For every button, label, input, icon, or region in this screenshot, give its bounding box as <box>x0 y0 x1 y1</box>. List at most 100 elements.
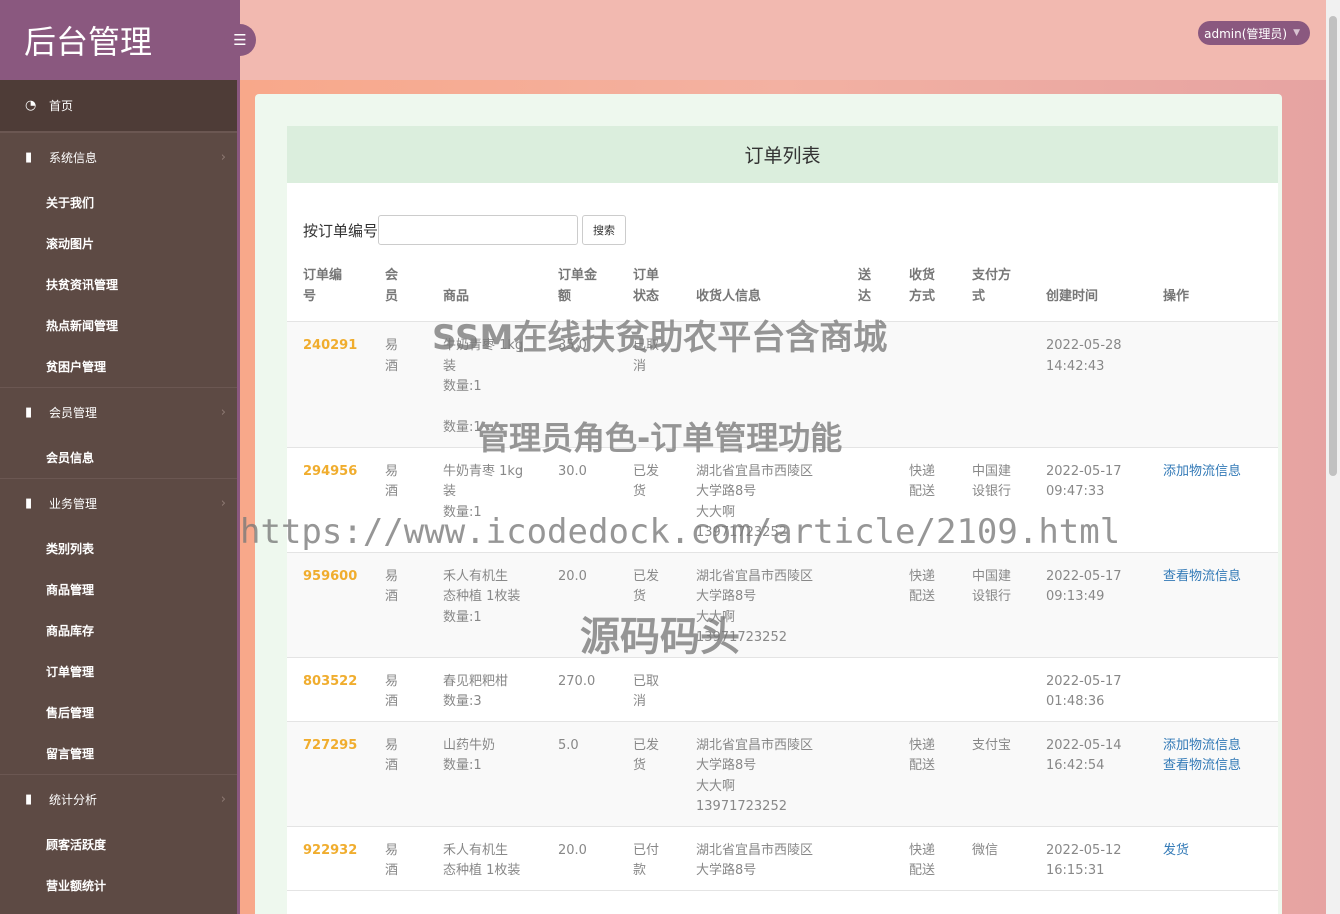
sidebar-item-stock[interactable]: 商品库存 <box>0 610 240 651</box>
sidebar-item-home[interactable]: ◔ 首页 <box>0 80 240 132</box>
sidebar-group-members[interactable]: ▮ 会员管理 › <box>0 387 240 437</box>
cell-line: 2022-05-17 <box>1046 673 1122 689</box>
cell-product: 春见粑粑柑 数量:3 <box>427 657 542 722</box>
table-row[interactable]: 240291 易酒 牛奶青枣 1kg 装数量:1 数量:1 35.0 已取消 2022-05… <box>287 321 1278 448</box>
cell-line: 16:42:54 <box>1046 758 1105 773</box>
table-row[interactable]: 959600 易酒禾人有机生 态种植 1枚装 数量:1 20.0 已发货湖北省宜昌市西陵区… <box>287 552 1278 658</box>
column-header-actions: 操作 <box>1147 261 1278 322</box>
cell-created: 2022-05-17 09:13:49 <box>1030 552 1147 658</box>
cell-actions <box>1147 321 1278 448</box>
sidebar-item-products[interactable]: 商品管理 <box>0 569 240 610</box>
sidebar-item-label: 首页 <box>49 99 74 113</box>
order-number-search-input[interactable] <box>378 215 579 245</box>
cell-amount: 5.0 <box>542 721 617 827</box>
table-row[interactable]: 803522 易酒春见粑粑柑 数量:3 270.0 已取消 2022-05-17 01:48… <box>287 657 1278 722</box>
cell-line: 大学路8号 <box>696 863 757 878</box>
cell-line: 支付宝 <box>972 737 1012 753</box>
cell-line: 配送 <box>909 589 936 604</box>
order-number-link[interactable]: 294956 <box>303 464 357 479</box>
sidebar-item-activity[interactable]: 顾客活跃度 <box>0 824 240 865</box>
sidebar-item-news-info[interactable]: 扶贫资讯管理 <box>0 264 240 305</box>
sidebar-item-hot-news[interactable]: 热点新闻管理 <box>0 305 240 346</box>
cell-delivery <box>842 826 893 891</box>
chevron-right-icon: › <box>220 150 226 165</box>
cell-line: 数量:1 <box>443 504 482 520</box>
order-number-link[interactable]: 727295 <box>303 738 357 753</box>
table-row[interactable]: 922932 易酒禾人有机生 态种植 1枚装 20.0 已付款湖北省宜昌市西陵区 大学路8… <box>287 826 1278 891</box>
cell-line: 已发 <box>633 463 660 479</box>
sidebar-group-label: 业务管理 <box>49 497 98 511</box>
sidebar-item-member-info[interactable]: 会员信息 <box>0 437 240 478</box>
cell-line: 酒 <box>385 758 399 773</box>
column-header-product: 商品 <box>427 261 542 322</box>
page-title: 订单列表 <box>744 145 821 167</box>
table-header-row: 订单编号 会员 商品 订单金额 订单 状态 收货人信息 送达 收货 方式 支付方式 … <box>287 261 1278 322</box>
search-bar: 按订单编号 搜索 <box>303 215 627 245</box>
cell-line: 数量:1 <box>443 758 482 773</box>
user-menu-button[interactable]: admin(管理员) ▼ <box>1198 21 1310 45</box>
search-button[interactable]: 搜索 <box>582 215 627 245</box>
sidebar-item-about[interactable]: 关于我们 <box>0 182 240 223</box>
sidebar-item-categories[interactable]: 类别列表 <box>0 528 240 569</box>
cell-delivery <box>842 447 893 553</box>
table-row[interactable]: 294956 易酒牛奶青枣 1kg 装数量:1 30.0 已发货湖北省宜昌市西陵区 大学路… <box>287 447 1278 553</box>
cell-line: 已取 <box>633 338 660 353</box>
cell-product: 禾人有机生 态种植 1枚装 数量:1 <box>427 552 542 658</box>
cell-line: 酒 <box>385 694 399 709</box>
cell-receiver: 湖北省宜昌市西陵区 大学路8号 大大啊 13971723252 <box>680 552 842 658</box>
caret-down-icon: ▼ <box>1293 28 1300 38</box>
cell-line: 大大啊 <box>696 609 736 625</box>
sidebar-toggle-button[interactable]: ☰ <box>224 24 256 56</box>
sidebar-group-business[interactable]: ▮ 业务管理 › <box>0 478 240 528</box>
cell-line: 装 <box>443 358 457 374</box>
row-action-link[interactable]: 添加物流信息 <box>1163 736 1278 757</box>
cell-amount: 270.0 <box>542 657 617 722</box>
order-number-link[interactable]: 959600 <box>303 569 357 584</box>
cell-member: 易酒 <box>369 447 427 553</box>
sidebar-item-carousel[interactable]: 滚动图片 <box>0 223 240 264</box>
sidebar-group-stats[interactable]: ▮ 统计分析 › <box>0 774 240 824</box>
cell-created: 2022-05-17 01:48:36 <box>1030 657 1147 722</box>
cell-receive-method <box>893 657 956 722</box>
book-icon: ▮ <box>25 405 33 420</box>
cell-line: 09:47:33 <box>1046 484 1105 499</box>
cell-line: 配送 <box>909 484 936 499</box>
sidebar-item-messages[interactable]: 留言管理 <box>0 733 240 774</box>
cell-line: 设银行 <box>972 484 1012 499</box>
cell-line: 消 <box>633 694 647 709</box>
cell-pay-method: 微信 <box>956 826 1030 891</box>
cell-line: 数量:1 <box>443 379 482 394</box>
scrollbar-thumb[interactable] <box>1329 16 1337 476</box>
cell-order-no: 803522 <box>287 657 369 722</box>
order-number-link[interactable]: 803522 <box>303 674 357 689</box>
cell-line: 微信 <box>972 842 999 858</box>
row-action-link[interactable]: 发货 <box>1163 841 1278 862</box>
sidebar-item-after-sales[interactable]: 售后管理 <box>0 692 240 733</box>
page-scrollbar[interactable] <box>1326 0 1340 914</box>
row-action-link[interactable]: 查看物流信息 <box>1163 567 1278 588</box>
sidebar-group-system[interactable]: ▮ 系统信息 › <box>0 132 240 182</box>
cell-order-no: 959600 <box>287 552 369 658</box>
cell-line: 配送 <box>909 758 936 773</box>
sidebar-item-orders[interactable]: 订单管理 <box>0 651 240 692</box>
sidebar-item-revenue[interactable]: 营业额统计 <box>0 865 240 906</box>
table-row[interactable]: 727295 易酒山药牛奶 数量:1 5.0 已发货湖北省宜昌市西陵区 大学路8号 大大啊 1… <box>287 721 1278 827</box>
cell-delivery <box>842 721 893 827</box>
top-header: admin(管理员) ▼ <box>240 0 1326 80</box>
cell-line: 大大啊 <box>696 778 736 794</box>
cell-actions: 发货 <box>1147 826 1278 891</box>
cell-receive-method: 快递 配送 <box>893 447 956 553</box>
row-action-link[interactable]: 添加物流信息 <box>1163 462 1278 483</box>
cell-receiver: 湖北省宜昌市西陵区 大学路8号 大大啊 13971723252 <box>680 721 842 827</box>
order-number-link[interactable]: 240291 <box>303 338 357 353</box>
row-action-link[interactable]: 查看物流信息 <box>1163 756 1278 777</box>
cell-product: 牛奶青枣 1kg 装数量:1 数量:1 <box>427 321 542 448</box>
cell-receiver <box>680 321 842 448</box>
cell-value: 5.0 <box>558 737 579 753</box>
cell-line: 牛奶青枣 1kg <box>443 463 524 479</box>
sidebar-item-poor-households[interactable]: 贫困户管理 <box>0 346 240 387</box>
order-number-link[interactable]: 922932 <box>303 843 357 858</box>
cell-delivery <box>842 321 893 448</box>
cell-line: 01:48:36 <box>1046 694 1105 709</box>
cell-receive-method: 快递 配送 <box>893 826 956 891</box>
